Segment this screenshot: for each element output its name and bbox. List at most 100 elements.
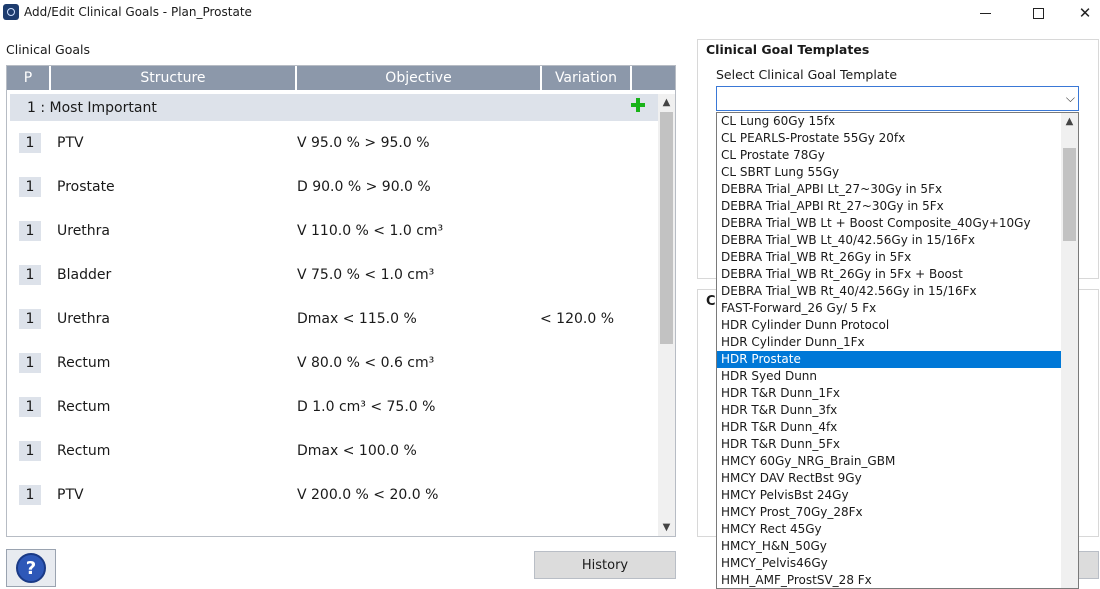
template-option[interactable]: FAST-Forward_26 Gy/ 5 Fx: [717, 300, 1062, 317]
template-option[interactable]: HMCY Prost_70Gy_28Fx: [717, 504, 1062, 521]
priority-badge: 1: [19, 309, 41, 329]
column-header-priority[interactable]: P: [7, 66, 51, 90]
maximize-button[interactable]: [1015, 0, 1061, 26]
priority-group-label: 1 : Most Important: [27, 99, 157, 116]
objective-cell: V 200.0 % < 20.0 %: [297, 487, 439, 503]
structure-cell: PTV: [57, 487, 84, 503]
priority-badge: 1: [19, 133, 41, 153]
dropdown-scrollbar[interactable]: ▲: [1061, 113, 1078, 588]
scroll-down-icon[interactable]: ▼: [658, 519, 675, 536]
template-option[interactable]: HDR T&R Dunn_3fx: [717, 402, 1062, 419]
template-option[interactable]: HMH_AMF_ProstSV_28 Fx: [717, 572, 1062, 588]
close-button[interactable]: ✕: [1062, 0, 1100, 26]
column-header-extra: [632, 66, 675, 90]
table-row[interactable]: 1 Prostate D 90.0 % > 90.0 %: [7, 166, 657, 210]
help-icon: ?: [16, 553, 46, 583]
history-button[interactable]: History: [534, 551, 676, 579]
priority-badge: 1: [19, 353, 41, 373]
objective-cell: V 95.0 % > 95.0 %: [297, 135, 430, 151]
variation-cell: < 120.0 %: [540, 311, 615, 327]
column-header-structure[interactable]: Structure: [51, 66, 297, 90]
goals-vertical-scrollbar[interactable]: ▲ ▼: [658, 94, 675, 536]
template-option[interactable]: HDR T&R Dunn_5Fx: [717, 436, 1062, 453]
table-row[interactable]: 1 Bladder V 75.0 % < 1.0 cm³: [7, 254, 657, 298]
minimize-button[interactable]: [962, 0, 1008, 26]
template-dropdown-list[interactable]: CL Lung 60Gy 15fx CL PEARLS-Prostate 55Gy…: [716, 112, 1079, 589]
template-option[interactable]: HMCY PelvisBst 24Gy: [717, 487, 1062, 504]
template-option[interactable]: DEBRA Trial_APBI Lt_27~30Gy in 5Fx: [717, 181, 1062, 198]
priority-badge: 1: [19, 485, 41, 505]
scrollbar-thumb[interactable]: [1063, 148, 1076, 241]
right-action-button[interactable]: [1077, 551, 1099, 579]
template-option[interactable]: HDR T&R Dunn_1Fx: [717, 385, 1062, 402]
template-option[interactable]: HMCY Rect 45Gy: [717, 521, 1062, 538]
template-option[interactable]: HDR Cylinder Dunn Protocol: [717, 317, 1062, 334]
objective-cell: D 90.0 % > 90.0 %: [297, 179, 431, 195]
template-option[interactable]: CL SBRT Lung 55Gy: [717, 164, 1062, 181]
template-option[interactable]: CL PEARLS-Prostate 55Gy 20fx: [717, 130, 1062, 147]
structure-cell: Rectum: [57, 399, 111, 415]
close-icon: ✕: [1078, 4, 1092, 22]
priority-badge: 1: [19, 221, 41, 241]
add-goal-icon[interactable]: [631, 98, 645, 112]
clinical-goals-grid: P Structure Objective Variation 1 : Most…: [6, 65, 676, 537]
goal-rows: 1 PTV V 95.0 % > 95.0 % 1 Prostate D 90.…: [7, 122, 657, 518]
template-select-combobox[interactable]: ⌵: [716, 86, 1079, 111]
maximize-icon: [1032, 7, 1044, 19]
title-bar: Add/Edit Clinical Goals - Plan_Prostate …: [0, 0, 1100, 26]
objective-cell: V 75.0 % < 1.0 cm³: [297, 267, 435, 283]
table-row[interactable]: 1 Rectum D 1.0 cm³ < 75.0 %: [7, 386, 657, 430]
template-option[interactable]: HMCY 60Gy_NRG_Brain_GBM: [717, 453, 1062, 470]
scroll-up-icon[interactable]: ▲: [1061, 113, 1078, 130]
objective-cell: Dmax < 100.0 %: [297, 443, 417, 459]
structure-cell: Prostate: [57, 179, 115, 195]
template-option[interactable]: HMCY_Pelvis46Gy: [717, 555, 1062, 572]
column-header-variation[interactable]: Variation: [542, 66, 632, 90]
clinical-goals-label: Clinical Goals: [6, 42, 91, 57]
template-options: CL Lung 60Gy 15fx CL PEARLS-Prostate 55Gy…: [717, 113, 1078, 588]
table-row[interactable]: 1 Urethra Dmax < 115.0 % < 120.0 %: [7, 298, 657, 342]
priority-badge: 1: [19, 177, 41, 197]
template-option[interactable]: DEBRA Trial_WB Rt_40/42.56Gy in 15/16Fx: [717, 283, 1062, 300]
template-option[interactable]: HDR Prostate: [717, 351, 1062, 368]
minimize-icon: [979, 12, 991, 14]
column-header-objective[interactable]: Objective: [297, 66, 542, 90]
priority-group-row[interactable]: 1 : Most Important: [10, 94, 658, 121]
structure-cell: Bladder: [57, 267, 112, 283]
table-row[interactable]: 1 Urethra V 110.0 % < 1.0 cm³: [7, 210, 657, 254]
objective-cell: V 80.0 % < 0.6 cm³: [297, 355, 435, 371]
template-option[interactable]: CL Prostate 78Gy: [717, 147, 1062, 164]
structure-cell: PTV: [57, 135, 84, 151]
objective-cell: D 1.0 cm³ < 75.0 %: [297, 399, 436, 415]
chevron-down-icon[interactable]: ⌵: [1066, 91, 1075, 106]
template-option[interactable]: DEBRA Trial_WB Rt_26Gy in 5Fx + Boost: [717, 266, 1062, 283]
scrollbar-thumb[interactable]: [660, 112, 673, 344]
table-row[interactable]: 1 Rectum Dmax < 100.0 %: [7, 430, 657, 474]
structure-cell: Rectum: [57, 443, 111, 459]
help-button[interactable]: ?: [6, 549, 56, 587]
scroll-up-icon[interactable]: ▲: [658, 94, 675, 111]
table-row[interactable]: 1 PTV V 200.0 % < 20.0 %: [7, 474, 657, 518]
template-option[interactable]: HMCY DAV RectBst 9Gy: [717, 470, 1062, 487]
structure-cell: Rectum: [57, 355, 111, 371]
app-icon: [3, 4, 19, 20]
template-option[interactable]: DEBRA Trial_WB Lt + Boost Composite_40Gy…: [717, 215, 1062, 232]
template-option[interactable]: HDR Cylinder Dunn_1Fx: [717, 334, 1062, 351]
priority-badge: 1: [19, 265, 41, 285]
select-template-label: Select Clinical Goal Template: [716, 67, 898, 82]
grid-header: P Structure Objective Variation: [7, 66, 675, 90]
secondary-group-title: C: [706, 294, 716, 309]
template-option[interactable]: HMCY_H&N_50Gy: [717, 538, 1062, 555]
clinical-goal-templates-title: Clinical Goal Templates: [706, 42, 872, 57]
table-row[interactable]: 1 Rectum V 80.0 % < 0.6 cm³: [7, 342, 657, 386]
structure-cell: Urethra: [57, 223, 111, 239]
template-option[interactable]: DEBRA Trial_WB Lt_40/42.56Gy in 15/16Fx: [717, 232, 1062, 249]
table-row[interactable]: 1 PTV V 95.0 % > 95.0 %: [7, 122, 657, 166]
structure-cell: Urethra: [57, 311, 111, 327]
template-option[interactable]: DEBRA Trial_APBI Rt_27~30Gy in 5Fx: [717, 198, 1062, 215]
template-option[interactable]: DEBRA Trial_WB Rt_26Gy in 5Fx: [717, 249, 1062, 266]
template-option[interactable]: HDR Syed Dunn: [717, 368, 1062, 385]
template-option[interactable]: CL Lung 60Gy 15fx: [717, 113, 1062, 130]
template-option[interactable]: HDR T&R Dunn_4fx: [717, 419, 1062, 436]
priority-badge: 1: [19, 441, 41, 461]
